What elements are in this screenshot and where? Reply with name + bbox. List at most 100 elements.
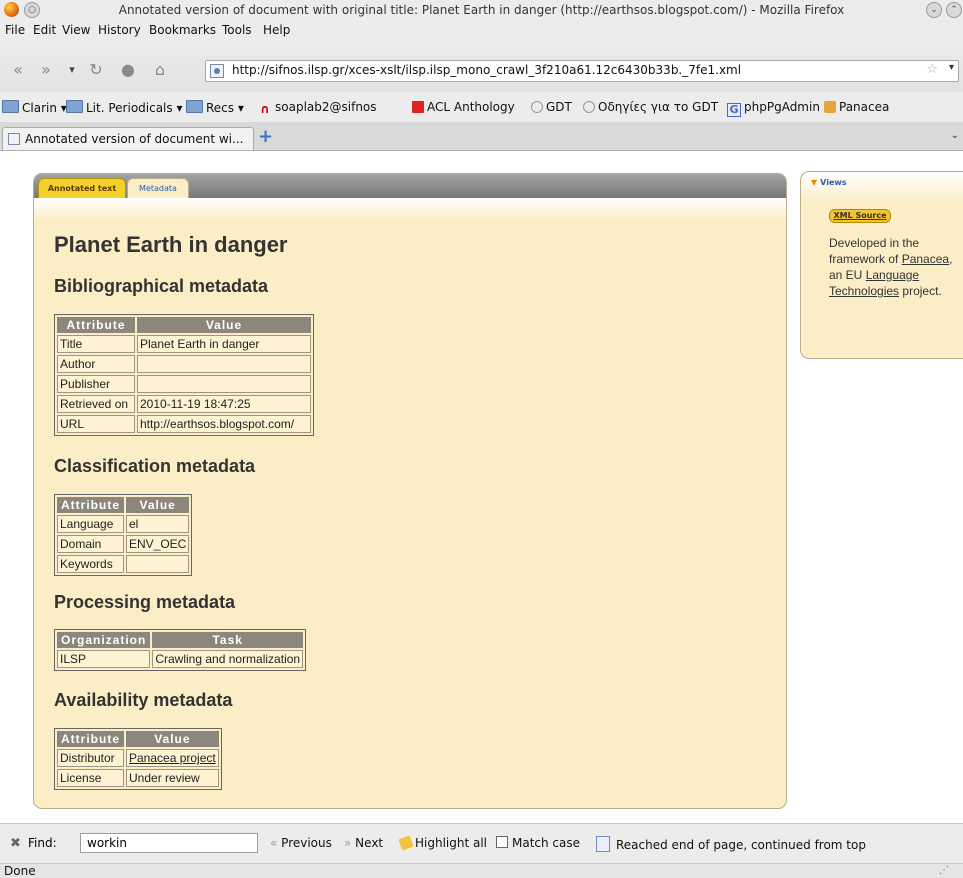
find-input[interactable]: workin	[80, 833, 258, 853]
distributor-link[interactable]: Panacea project	[129, 751, 216, 765]
value-cell: ENV_OEC	[126, 535, 190, 553]
availability-table: Attribute Value Distributor Panacea proje…	[54, 728, 222, 790]
url-text[interactable]: http://sifnos.ilsp.gr/xces-xslt/ilsp.ils…	[232, 63, 741, 77]
browser-tab-active[interactable]: Annotated version of document wi...	[2, 127, 254, 150]
bookmark-phppgadmin[interactable]: GphpPgAdmin	[727, 100, 820, 117]
attribute-cell: License	[57, 769, 124, 787]
panacea-icon	[824, 101, 836, 113]
value-cell	[137, 355, 311, 373]
value-cell: Under review	[126, 769, 219, 787]
column-header: Value	[126, 497, 190, 513]
stop-icon[interactable]: ●	[116, 59, 140, 81]
history-dropdown-icon[interactable]: ▾	[60, 59, 84, 81]
resize-grip-icon[interactable]: ⋰	[939, 866, 949, 876]
reload-icon[interactable]: ↻	[84, 59, 108, 81]
table-row: ILSP Crawling and normalization	[57, 650, 304, 668]
page-icon	[8, 133, 20, 145]
url-dropdown-icon[interactable]: ▾	[949, 62, 954, 73]
bookmark-panacea[interactable]: Panacea	[824, 100, 889, 114]
bookmarks-toolbar: Clarin ▾ Lit. Periodicals ▾ Recs ▾ ∩ soap…	[0, 92, 963, 123]
navigation-toolbar: « » ▾ ↻ ● ⌂ http://sifnos.ilsp.gr/xces-x…	[0, 40, 963, 93]
attribute-cell: URL	[57, 415, 135, 433]
find-previous-button[interactable]: « Previous	[270, 836, 332, 850]
site-identity-icon[interactable]	[210, 64, 224, 78]
bookmark-lit-periodicals[interactable]: Lit. Periodicals ▾	[66, 100, 183, 115]
views-toggle[interactable]: ▼ Views	[811, 178, 847, 187]
highlight-all-button[interactable]: Highlight all	[398, 835, 487, 851]
value-cell: 2010-11-19 18:47:25	[137, 395, 311, 413]
back-icon[interactable]: «	[6, 59, 30, 81]
menu-edit[interactable]: Edit	[33, 23, 56, 37]
folder-icon	[186, 100, 203, 113]
wrapped-search-icon	[596, 836, 610, 852]
menu-view[interactable]: View	[62, 23, 90, 37]
menu-history[interactable]: History	[98, 23, 141, 37]
panacea-link[interactable]: Panacea	[902, 252, 949, 266]
gdt-icon	[583, 101, 595, 113]
panel-tab-strip: Annotated text Metadata	[34, 174, 786, 199]
column-header: Attribute	[57, 731, 124, 747]
sidebar-header-glow	[801, 172, 963, 202]
table-row: Publisher	[57, 375, 311, 393]
table-row: License Under review	[57, 769, 219, 787]
tab-metadata[interactable]: Metadata	[127, 178, 189, 199]
attribute-cell: Author	[57, 355, 135, 373]
acl-icon	[412, 101, 424, 113]
home-icon[interactable]: ⌂	[148, 59, 172, 81]
status-text: Done	[4, 864, 36, 878]
bookmark-clarin[interactable]: Clarin ▾	[2, 100, 67, 115]
maximize-icon[interactable]: ⌃	[946, 2, 962, 18]
attribute-cell: Publisher	[57, 375, 135, 393]
value-cell: http://earthsos.blogspot.com/	[137, 415, 311, 433]
value-cell: el	[126, 515, 190, 533]
menu-tools[interactable]: Tools	[222, 23, 252, 37]
availability-heading: Availability metadata	[54, 690, 233, 710]
close-icon[interactable]: ✖	[10, 836, 21, 851]
new-tab-icon[interactable]: +	[258, 128, 273, 146]
find-next-button[interactable]: » Next	[344, 836, 383, 850]
attribute-cell: Keywords	[57, 555, 124, 573]
bookmark-gdt[interactable]: GDT	[531, 100, 572, 114]
next-icon: »	[344, 836, 352, 850]
bookmark-star-icon[interactable]: ☆	[926, 62, 938, 77]
menu-file[interactable]: File	[5, 23, 25, 37]
bookmark-gdt-guide[interactable]: Οδηγίες για το GDT	[583, 100, 718, 114]
menu-bar: File Edit View History Bookmarks Tools H…	[0, 20, 963, 40]
status-bar: Done ⋰	[0, 863, 963, 878]
table-row: Keywords	[57, 555, 190, 573]
table-row: Title Planet Earth in danger	[57, 335, 311, 353]
processing-table: Organization Task ILSP Crawling and norma…	[54, 629, 307, 671]
attribute-cell: Distributor	[57, 749, 124, 767]
bookmark-recs[interactable]: Recs ▾	[186, 100, 244, 115]
sidebar-description: Developed in the framework of Panacea, a…	[829, 236, 953, 298]
folder-icon	[2, 100, 19, 113]
tab-annotated-text[interactable]: Annotated text	[38, 178, 126, 199]
bookmark-acl-anthology[interactable]: ACL Anthology	[412, 100, 515, 114]
xml-source-button[interactable]: XML Source	[829, 209, 891, 223]
column-header: Value	[126, 731, 219, 747]
views-sidebar: ▼ Views XML Source Developed in the frame…	[800, 171, 963, 359]
value-cell: Panacea project	[126, 749, 219, 767]
table-row: URL http://earthsos.blogspot.com/	[57, 415, 311, 433]
forward-icon[interactable]: »	[34, 59, 58, 81]
menu-help[interactable]: Help	[263, 23, 290, 37]
tab-bar: Annotated version of document wi... + ⌄	[0, 122, 963, 151]
menu-bookmarks[interactable]: Bookmarks	[149, 23, 216, 37]
find-status: Reached end of page, continued from top	[596, 836, 866, 852]
column-header: Task	[152, 632, 304, 648]
attribute-cell: Retrieved on	[57, 395, 135, 413]
folder-icon	[66, 100, 83, 113]
column-header: Value	[137, 317, 311, 333]
highlighter-icon	[398, 835, 414, 851]
bookmark-soaplab[interactable]: ∩ soaplab2@sifnos	[260, 100, 377, 116]
url-bar[interactable]: http://sifnos.ilsp.gr/xces-xslt/ilsp.ils…	[205, 60, 959, 82]
attribute-cell: Language	[57, 515, 124, 533]
triangle-down-icon: ▼	[811, 178, 818, 187]
value-cell	[137, 375, 311, 393]
table-row: Author	[57, 355, 311, 373]
tab-list-icon[interactable]: ⌄	[951, 130, 959, 141]
page-title: Planet Earth in danger	[54, 232, 288, 257]
classification-heading: Classification metadata	[54, 456, 256, 476]
minimize-icon[interactable]: ⌄	[926, 2, 942, 18]
match-case-checkbox[interactable]: Match case	[496, 836, 580, 850]
